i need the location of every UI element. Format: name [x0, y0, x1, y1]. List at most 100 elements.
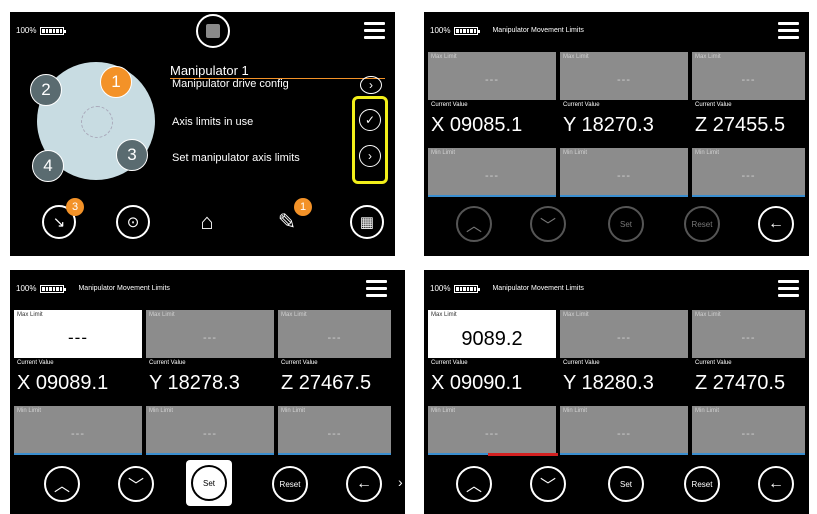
current-value-cell: Current Value X 09090.1 [428, 358, 556, 406]
limit-warning-bar [488, 453, 558, 456]
stop-button[interactable] [196, 14, 230, 48]
max-limit-label: Max Limit [563, 312, 589, 318]
divider [692, 453, 805, 455]
remote-badge: 1 [294, 198, 312, 216]
hamburger-menu-icon[interactable] [778, 280, 799, 297]
set-button[interactable]: Set [608, 206, 644, 242]
max-limit-cell[interactable]: Max Limit --- [560, 52, 688, 100]
current-value-label: Current Value [563, 102, 600, 108]
divider [560, 195, 688, 197]
reset-button[interactable]: Reset [684, 466, 720, 502]
max-limit-cell[interactable]: Max Limit --- [14, 310, 142, 358]
max-limit-cell[interactable]: Max Limit --- [692, 52, 805, 100]
current-value-cell: Current Value Z 27470.5 [692, 358, 805, 406]
divider [278, 453, 391, 455]
min-limit-cell[interactable]: Min Limit --- [692, 406, 805, 454]
down-button[interactable]: ﹀ [530, 466, 566, 502]
set-button[interactable]: Set [191, 465, 227, 501]
min-limit-value: --- [203, 428, 217, 440]
min-limit-label: Min Limit [431, 150, 456, 156]
reset-label: Reset [691, 219, 713, 229]
max-limit-cell[interactable]: Max Limit --- [428, 52, 556, 100]
manipulator-4-button[interactable]: 4 [32, 150, 64, 182]
home-icon[interactable]: ⌂ [190, 205, 224, 239]
min-limit-label: Min Limit [563, 150, 588, 156]
hamburger-menu-icon[interactable] [366, 280, 387, 297]
manipulator-3-button[interactable]: 3 [116, 139, 148, 171]
min-limit-cell[interactable]: Min Limit --- [428, 148, 556, 196]
max-limit-label: Max Limit [281, 312, 307, 318]
status-bar: 100% Manipulator Movement Limits [430, 26, 584, 35]
target-icon[interactable]: ⊙ [116, 205, 150, 239]
current-value-label: Current Value [695, 360, 732, 366]
min-limit-value: --- [741, 170, 756, 182]
min-limit-cell[interactable]: Min Limit --- [692, 148, 805, 196]
gauge-badge: 3 [66, 198, 84, 216]
current-value-label: Current Value [563, 360, 600, 366]
menu-item-drive-config[interactable]: Manipulator drive config [172, 78, 289, 90]
min-limit-label: Min Limit [563, 408, 588, 414]
limits-screen-2: 100% Manipulator Movement Limits Max Lim… [10, 270, 405, 514]
current-value-label: Current Value [281, 360, 318, 366]
screen-title: Manipulator Movement Limits [492, 285, 584, 292]
battery-icon [454, 284, 481, 293]
back-arrow-icon[interactable]: ← [346, 466, 382, 502]
manipulator-1-button[interactable]: 1 [100, 66, 132, 98]
battery-percent: 100% [16, 26, 37, 35]
up-button[interactable]: ︿ [456, 466, 492, 502]
max-limit-label: Max Limit [563, 54, 589, 60]
hamburger-menu-icon[interactable] [364, 22, 385, 39]
min-limit-label: Min Limit [17, 408, 42, 414]
current-value-cell: Current Value Y 18278.3 [146, 358, 274, 406]
max-limit-cell[interactable]: Max Limit --- [560, 310, 688, 358]
min-limit-value: --- [741, 428, 756, 440]
max-limit-cell[interactable]: Max Limit --- [692, 310, 805, 358]
current-value: Y 18280.3 [563, 372, 654, 394]
min-limit-cell[interactable]: Min Limit --- [560, 148, 688, 196]
max-limit-value: 9089.2 [461, 328, 523, 350]
disc-center-icon [81, 106, 113, 138]
min-limit-cell[interactable]: Min Limit --- [428, 406, 556, 454]
min-limit-cell[interactable]: Min Limit --- [14, 406, 142, 454]
min-limit-cell[interactable]: Min Limit --- [278, 406, 391, 454]
back-arrow-icon[interactable]: ← [758, 206, 794, 242]
current-value-cell: Current Value X 09085.1 [428, 100, 556, 148]
current-value-cell: Current Value X 09089.1 [14, 358, 142, 406]
reset-button[interactable]: Reset [684, 206, 720, 242]
reset-button[interactable]: Reset [272, 466, 308, 502]
max-limit-cell[interactable]: Max Limit --- [146, 310, 274, 358]
divider [146, 453, 274, 455]
min-limit-cell[interactable]: Min Limit --- [560, 406, 688, 454]
min-limit-value: --- [327, 428, 342, 440]
set-button[interactable]: Set [608, 466, 644, 502]
max-limit-cell[interactable]: Max Limit --- [278, 310, 391, 358]
set-button-highlight: Set [186, 460, 232, 506]
chevron-right-icon[interactable]: › [360, 76, 382, 94]
battery-icon [454, 26, 481, 35]
up-button[interactable]: ︿ [456, 206, 492, 242]
hamburger-menu-icon[interactable] [778, 22, 799, 39]
max-limit-value: --- [617, 332, 631, 344]
menu-item-set-axis-limits[interactable]: Set manipulator axis limits [172, 152, 300, 164]
current-value: X 09085.1 [431, 114, 523, 136]
chevron-right-icon[interactable]: › [398, 474, 403, 490]
grid-icon[interactable]: ▦ [350, 205, 384, 239]
max-limit-value: --- [485, 74, 499, 86]
current-value: Z 27455.5 [695, 114, 786, 136]
axis-column-y: Max Limit --- Current Value Y 18280.3 Min … [560, 310, 688, 455]
min-limit-cell[interactable]: Min Limit --- [146, 406, 274, 454]
current-value: Y 18278.3 [149, 372, 240, 394]
axis-column-y: Max Limit --- Current Value Y 18278.3 Min … [146, 310, 274, 455]
down-button[interactable]: ﹀ [530, 206, 566, 242]
down-button[interactable]: ﹀ [118, 466, 154, 502]
max-limit-label: Max Limit [695, 312, 721, 318]
max-limit-value: --- [617, 74, 631, 86]
up-button[interactable]: ︿ [44, 466, 80, 502]
back-arrow-icon[interactable]: ← [758, 466, 794, 502]
divider [428, 195, 556, 197]
axis-limits-grid: Max Limit 9089.2 Current Value X 09090.1 M… [428, 310, 805, 456]
limits-screen-1: 100% Manipulator Movement Limits Max Lim… [424, 12, 809, 256]
reset-label: Reset [691, 479, 713, 489]
manipulator-2-button[interactable]: 2 [30, 74, 62, 106]
max-limit-cell[interactable]: Max Limit 9089.2 [428, 310, 556, 358]
